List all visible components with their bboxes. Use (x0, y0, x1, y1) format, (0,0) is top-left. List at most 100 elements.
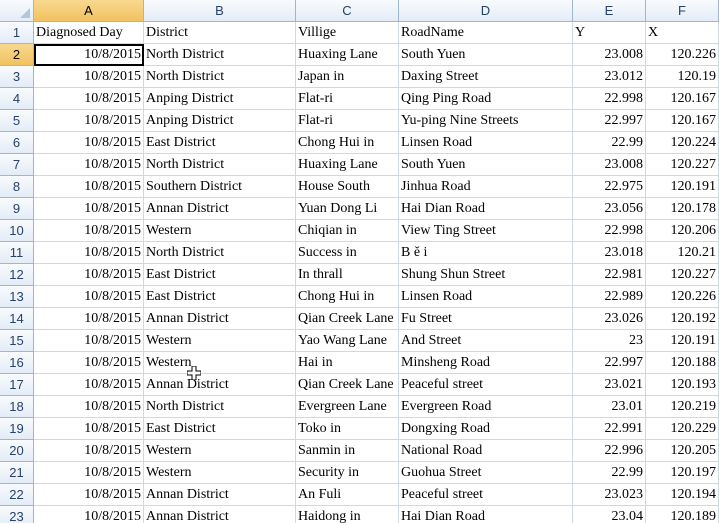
cell-f[interactable]: 120.191 (646, 176, 719, 198)
cell-b[interactable]: Anping District (144, 110, 296, 132)
cell-e[interactable]: 23.01 (573, 396, 646, 418)
cell-c[interactable]: Huaxing Lane (296, 154, 399, 176)
cell-f[interactable]: 120.227 (646, 154, 719, 176)
cell-b[interactable]: Annan District (144, 374, 296, 396)
cell-d[interactable]: Daxing Street (399, 66, 573, 88)
cell-f[interactable]: 120.229 (646, 418, 719, 440)
cell-a[interactable]: 10/8/2015 (34, 506, 144, 523)
cell-c[interactable]: Chong Hui in (296, 132, 399, 154)
cell-e[interactable]: 22.99 (573, 462, 646, 484)
row-header[interactable]: 23 (0, 506, 34, 523)
cell-f[interactable]: 120.188 (646, 352, 719, 374)
cell-f[interactable]: 120.194 (646, 484, 719, 506)
column-header-c[interactable]: C (296, 0, 399, 22)
row-header[interactable]: 18 (0, 396, 34, 418)
header-cell-e[interactable]: Y (573, 22, 646, 44)
cell-d[interactable]: View Ting Street (399, 220, 573, 242)
cell-d[interactable]: Hai Dian Road (399, 198, 573, 220)
cell-e[interactable]: 23.023 (573, 484, 646, 506)
cell-c[interactable]: Evergreen Lane (296, 396, 399, 418)
cell-f[interactable]: 120.226 (646, 44, 719, 66)
cell-e[interactable]: 22.997 (573, 352, 646, 374)
cell-a[interactable]: 10/8/2015 (34, 308, 144, 330)
cell-f[interactable]: 120.227 (646, 264, 719, 286)
cell-e[interactable]: 22.996 (573, 440, 646, 462)
cell-c[interactable]: An Fuli (296, 484, 399, 506)
cell-c[interactable]: Success in (296, 242, 399, 264)
cell-f[interactable]: 120.197 (646, 462, 719, 484)
cell-d[interactable]: Yu-ping Nine Streets (399, 110, 573, 132)
cell-e[interactable]: 22.997 (573, 110, 646, 132)
cell-a[interactable]: 10/8/2015 (34, 66, 144, 88)
row-header[interactable]: 11 (0, 242, 34, 264)
cell-a[interactable]: 10/8/2015 (34, 440, 144, 462)
row-header[interactable]: 9 (0, 198, 34, 220)
cell-b[interactable]: Annan District (144, 506, 296, 523)
cell-f[interactable]: 120.167 (646, 88, 719, 110)
column-header-d[interactable]: D (399, 0, 573, 22)
row-header[interactable]: 20 (0, 440, 34, 462)
cell-f[interactable]: 120.19 (646, 66, 719, 88)
cell-b[interactable]: East District (144, 264, 296, 286)
cell-f[interactable]: 120.167 (646, 110, 719, 132)
column-header-e[interactable]: E (573, 0, 646, 22)
row-header[interactable]: 3 (0, 66, 34, 88)
cell-d[interactable]: Evergreen Road (399, 396, 573, 418)
cell-f[interactable]: 120.192 (646, 308, 719, 330)
cell-b[interactable]: North District (144, 154, 296, 176)
cell-c[interactable]: Haidong in (296, 506, 399, 523)
cell-d[interactable]: South Yuen (399, 44, 573, 66)
cell-e[interactable]: 22.998 (573, 88, 646, 110)
cell-b[interactable]: Annan District (144, 308, 296, 330)
row-header[interactable]: 13 (0, 286, 34, 308)
cell-a[interactable]: 10/8/2015 (34, 110, 144, 132)
cell-d[interactable]: Jinhua Road (399, 176, 573, 198)
cell-a[interactable]: 10/8/2015 (34, 352, 144, 374)
cell-e[interactable]: 23 (573, 330, 646, 352)
cell-a[interactable]: 10/8/2015 (34, 132, 144, 154)
cell-b[interactable]: North District (144, 396, 296, 418)
cell-e[interactable]: 22.99 (573, 132, 646, 154)
cell-a[interactable]: 10/8/2015 (34, 154, 144, 176)
cell-c[interactable]: Sanmin in (296, 440, 399, 462)
cell-e[interactable]: 23.008 (573, 154, 646, 176)
cell-c[interactable]: Chong Hui in (296, 286, 399, 308)
cell-b[interactable]: East District (144, 286, 296, 308)
cell-d[interactable]: Linsen Road (399, 286, 573, 308)
row-header[interactable]: 8 (0, 176, 34, 198)
row-header[interactable]: 5 (0, 110, 34, 132)
cell-b[interactable]: North District (144, 44, 296, 66)
cell-c[interactable]: Security in (296, 462, 399, 484)
cell-c[interactable]: Yao Wang Lane (296, 330, 399, 352)
select-all-corner[interactable] (0, 0, 34, 22)
cell-f[interactable]: 120.21 (646, 242, 719, 264)
cell-f[interactable]: 120.193 (646, 374, 719, 396)
header-cell-f[interactable]: X (646, 22, 719, 44)
cell-b[interactable]: Southern District (144, 176, 296, 198)
cell-d[interactable]: Minsheng Road (399, 352, 573, 374)
cell-a[interactable]: 10/8/2015 (34, 242, 144, 264)
cell-d[interactable]: South Yuen (399, 154, 573, 176)
cell-e[interactable]: 22.981 (573, 264, 646, 286)
cell-b[interactable]: Western (144, 220, 296, 242)
cell-b[interactable]: Western (144, 462, 296, 484)
row-header[interactable]: 15 (0, 330, 34, 352)
cell-a[interactable]: 10/8/2015 (34, 198, 144, 220)
column-header-a[interactable]: A (34, 0, 144, 22)
row-header[interactable]: 1 (0, 22, 34, 44)
cell-e[interactable]: 23.056 (573, 198, 646, 220)
cell-c[interactable]: Qian Creek Lane (296, 308, 399, 330)
cell-f[interactable]: 120.191 (646, 330, 719, 352)
row-header[interactable]: 2 (0, 44, 34, 66)
cell-d[interactable]: Fu Street (399, 308, 573, 330)
cell-e[interactable]: 22.998 (573, 220, 646, 242)
cell-f[interactable]: 120.226 (646, 286, 719, 308)
row-header[interactable]: 10 (0, 220, 34, 242)
cell-d[interactable]: National Road (399, 440, 573, 462)
cell-b[interactable]: East District (144, 418, 296, 440)
header-cell-c[interactable]: Villige (296, 22, 399, 44)
cell-c[interactable]: Flat-ri (296, 110, 399, 132)
header-cell-a[interactable]: Diagnosed Day (34, 22, 144, 44)
cell-c[interactable]: Chiqian in (296, 220, 399, 242)
cell-f[interactable]: 120.206 (646, 220, 719, 242)
